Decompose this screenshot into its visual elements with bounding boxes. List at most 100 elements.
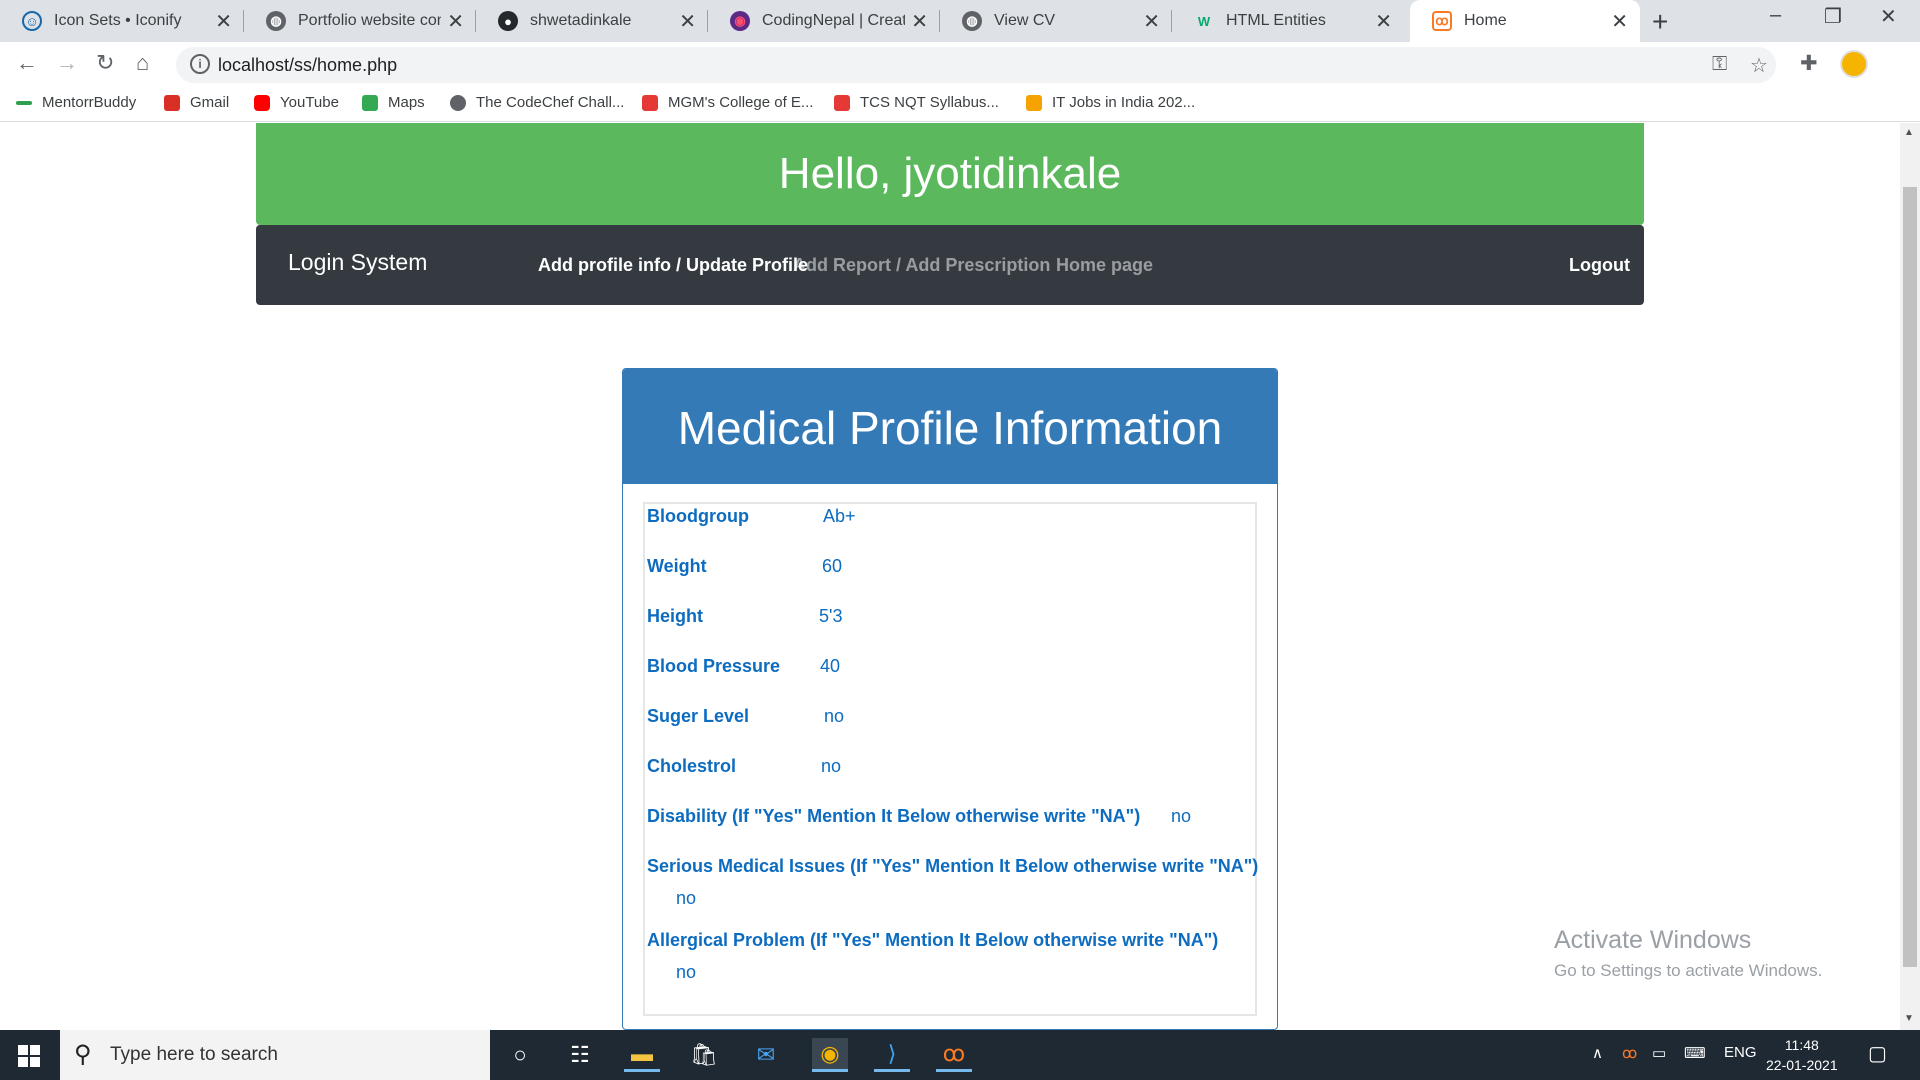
field-value: 40 bbox=[820, 656, 841, 676]
vertical-scrollbar[interactable]: ▲ ▼ bbox=[1900, 123, 1920, 1030]
tab-title: CodingNepal | Creative bbox=[762, 12, 906, 29]
bookmark-tcs[interactable]: TCS NQT Syllabus... bbox=[834, 94, 999, 111]
info-icon[interactable]: i bbox=[190, 54, 210, 74]
codingnepal-icon: ◉ bbox=[730, 11, 750, 31]
language-indicator[interactable]: ENG bbox=[1724, 1044, 1757, 1061]
page-viewport: Hello, jyotidinkale Login System Add pro… bbox=[0, 123, 1900, 1030]
cortana-icon[interactable]: ○ bbox=[502, 1038, 538, 1072]
field-value: no bbox=[676, 962, 697, 982]
reload-icon[interactable]: ↻ bbox=[96, 50, 114, 76]
close-icon[interactable]: ✕ bbox=[679, 9, 696, 34]
close-icon[interactable]: ✕ bbox=[1611, 9, 1628, 34]
logout-link[interactable]: Logout bbox=[1569, 255, 1630, 276]
profile-fields: Bloodgroup Ab+ Weight 60 Height 5'3 Bloo… bbox=[643, 502, 1258, 1016]
smiley-icon: ☺ bbox=[22, 11, 42, 31]
tab-portfolio[interactable]: ◍ Portfolio website comp ✕ bbox=[244, 0, 476, 42]
store-icon[interactable]: 🛍 bbox=[686, 1038, 722, 1072]
restore-button[interactable]: ❐ bbox=[1824, 4, 1842, 29]
bookmark-icon bbox=[16, 100, 32, 105]
greeting-banner: Hello, jyotidinkale bbox=[256, 123, 1644, 225]
field-value: 60 bbox=[822, 556, 843, 576]
close-icon[interactable]: ✕ bbox=[1375, 9, 1392, 34]
xampp-icon: ꝏ bbox=[1432, 11, 1452, 31]
tab-title: shwetadinkale bbox=[530, 12, 632, 29]
nav-link-add-report[interactable]: Add Report / Add Prescription bbox=[793, 255, 1050, 276]
nav-link-update-profile[interactable]: Add profile info / Update Profile bbox=[538, 255, 808, 276]
minimize-button[interactable]: – bbox=[1770, 4, 1781, 27]
activate-windows-watermark: Activate Windows Go to Settings to activ… bbox=[1554, 926, 1823, 980]
keyboard-icon[interactable]: ⌨ bbox=[1684, 1044, 1706, 1062]
field-value: 5'3 bbox=[819, 606, 843, 626]
scroll-up-arrow-icon[interactable]: ▲ bbox=[1904, 127, 1914, 138]
chevron-up-icon[interactable]: ∧ bbox=[1592, 1044, 1603, 1062]
field-label: Blood Pressure bbox=[647, 656, 781, 676]
tab-iconify[interactable]: ☺ Icon Sets • Iconify ✕ bbox=[0, 0, 244, 42]
bookmark-gmail[interactable]: Gmail bbox=[164, 94, 229, 111]
address-bar[interactable]: i localhost/ss/home.php ⚿ ☆ bbox=[176, 47, 1776, 83]
taskbar-search-box[interactable]: ⚲ Type here to search bbox=[60, 1030, 490, 1080]
nav-link-home-page[interactable]: Home page bbox=[1056, 255, 1153, 276]
tab-github[interactable]: ● shwetadinkale ✕ bbox=[476, 0, 708, 42]
field-value: Ab+ bbox=[823, 506, 856, 526]
xampp-tray-icon[interactable]: ꝏ bbox=[1622, 1044, 1637, 1062]
url-text[interactable]: localhost/ss/home.php bbox=[218, 55, 397, 76]
field-value: no bbox=[824, 706, 845, 726]
search-icon: ⚲ bbox=[74, 1041, 92, 1068]
field-value: no bbox=[821, 756, 842, 776]
battery-icon[interactable]: ▭ bbox=[1652, 1044, 1666, 1062]
field-label: Disability (If "Yes" Mention It Below ot… bbox=[647, 806, 1141, 826]
vscode-icon[interactable]: ⟩ bbox=[874, 1038, 910, 1072]
forward-arrow-icon[interactable]: → bbox=[56, 50, 78, 76]
close-icon[interactable]: ✕ bbox=[447, 9, 464, 34]
new-tab-button[interactable]: + bbox=[1652, 6, 1668, 38]
mail-icon[interactable]: ✉ bbox=[748, 1038, 784, 1072]
home-icon[interactable]: ⌂ bbox=[136, 50, 149, 76]
github-icon: ● bbox=[498, 11, 518, 31]
xampp-icon[interactable]: ꝏ bbox=[936, 1038, 972, 1072]
windows-start-icon[interactable] bbox=[18, 1045, 40, 1067]
tab-title: Portfolio website comp bbox=[298, 12, 441, 29]
bookmark-maps[interactable]: Maps bbox=[362, 94, 425, 111]
card-title: Medical Profile Information bbox=[623, 369, 1277, 484]
globe-icon: ◍ bbox=[266, 11, 286, 31]
tab-html-entities[interactable]: W HTML Entities ✕ bbox=[1172, 0, 1404, 42]
chrome-icon[interactable]: ◉ bbox=[812, 1038, 848, 1072]
w3schools-icon: W bbox=[1197, 13, 1211, 29]
avatar[interactable] bbox=[1840, 50, 1868, 78]
tab-title: HTML Entities bbox=[1226, 12, 1326, 29]
task-view-icon[interactable]: ☷ bbox=[562, 1038, 598, 1072]
taskbar-clock[interactable]: 11:48 22-01-2021 bbox=[1766, 1035, 1838, 1075]
globe-icon: ◍ bbox=[962, 11, 982, 31]
gmail-icon bbox=[164, 94, 180, 111]
close-icon[interactable]: ✕ bbox=[911, 9, 928, 34]
tab-strip: ☺ Icon Sets • Iconify ✕ ◍ Portfolio webs… bbox=[0, 0, 1920, 42]
bookmark-mentorrbuddy[interactable]: MentorrBuddy bbox=[16, 94, 136, 111]
bookmark-icon bbox=[834, 94, 850, 111]
bookmark-mgm[interactable]: MGM's College of E... bbox=[642, 94, 813, 111]
bookmark-it-jobs[interactable]: IT Jobs in India 202... bbox=[1026, 94, 1195, 111]
tab-codingnepal[interactable]: ◉ CodingNepal | Creative ✕ bbox=[708, 0, 940, 42]
medical-profile-card: Medical Profile Information Bloodgroup A… bbox=[622, 368, 1278, 1030]
maps-icon bbox=[362, 94, 378, 111]
bookmark-youtube[interactable]: YouTube bbox=[254, 94, 339, 111]
search-placeholder: Type here to search bbox=[110, 1044, 278, 1065]
extensions-icon[interactable]: ✚ bbox=[1800, 51, 1818, 76]
back-arrow-icon[interactable]: ← bbox=[16, 50, 38, 76]
notification-icon[interactable]: ▢ bbox=[1868, 1041, 1887, 1066]
close-icon[interactable]: ✕ bbox=[1143, 9, 1160, 34]
tab-home[interactable]: ꝏ Home ✕ bbox=[1410, 0, 1640, 42]
bookmark-codechef[interactable]: The CodeChef Chall... bbox=[450, 94, 624, 111]
scroll-down-arrow-icon[interactable]: ▼ bbox=[1904, 1013, 1914, 1024]
field-label: Suger Level bbox=[647, 706, 750, 726]
close-icon[interactable]: ✕ bbox=[215, 9, 232, 34]
bookmarks-bar: MentorrBuddy Gmail YouTube Maps The Code… bbox=[0, 88, 1920, 122]
navbar-brand[interactable]: Login System bbox=[288, 249, 427, 276]
close-window-button[interactable]: ✕ bbox=[1880, 4, 1897, 29]
bookmark-icon bbox=[1026, 94, 1042, 111]
key-icon[interactable]: ⚿ bbox=[1712, 53, 1727, 76]
file-explorer-icon[interactable]: ▬ bbox=[624, 1038, 660, 1072]
tab-view-cv[interactable]: ◍ View CV ✕ bbox=[940, 0, 1172, 42]
scrollbar-thumb[interactable] bbox=[1903, 187, 1917, 967]
tab-title: View CV bbox=[994, 12, 1056, 29]
star-icon[interactable]: ☆ bbox=[1750, 53, 1768, 78]
